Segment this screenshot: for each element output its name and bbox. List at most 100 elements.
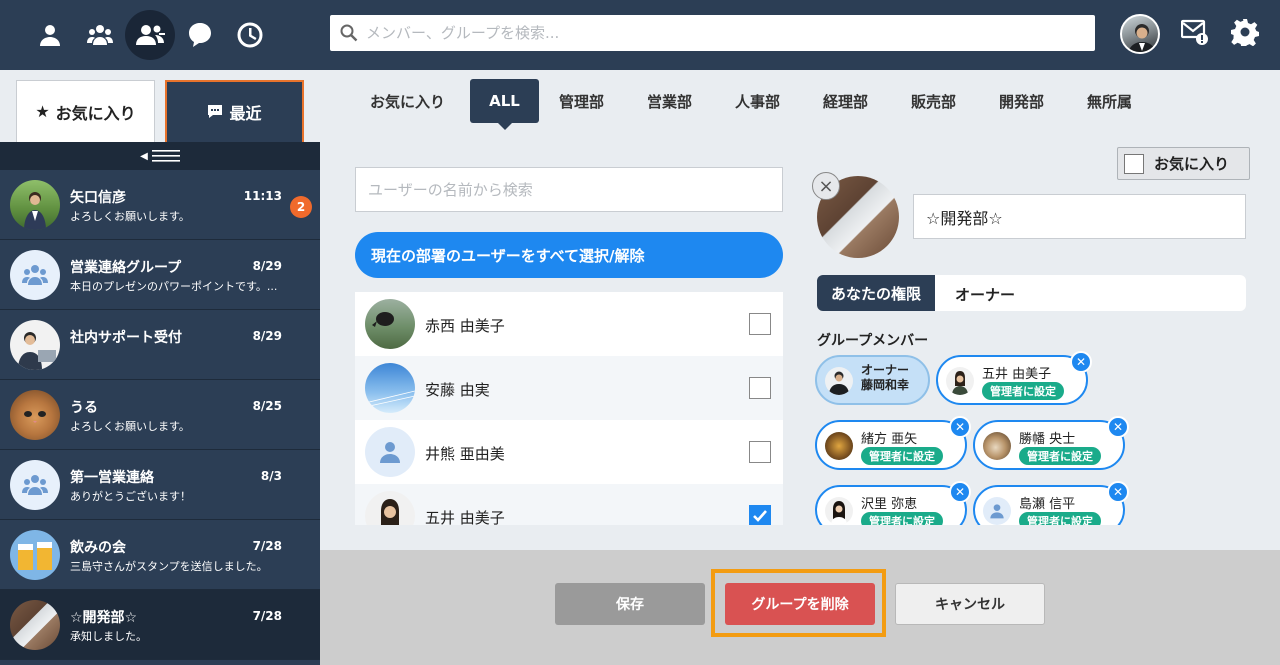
member-name: 五井 由美子: [982, 367, 1052, 382]
remove-member-icon[interactable]: ✕: [1107, 416, 1129, 438]
user-avatar: [365, 491, 415, 525]
set-admin-button[interactable]: 管理者に設定: [1019, 447, 1101, 465]
group-icon[interactable]: [75, 10, 125, 60]
user-search-input[interactable]: [355, 167, 783, 212]
chat-name: ☆開発部☆: [70, 610, 138, 626]
select-all-button[interactable]: 現在の部署のユーザーをすべて選択/解除: [355, 232, 783, 278]
chat-item[interactable]: ☆開発部☆ 承知しました。 7/28: [0, 590, 320, 660]
chat-item[interactable]: 社内サポート受付 8/29: [0, 310, 320, 380]
user-row[interactable]: 五井 由美子: [355, 484, 783, 525]
collapse-panel-toggle[interactable]: ◀: [0, 142, 320, 170]
set-admin-button[interactable]: 管理者に設定: [861, 512, 943, 525]
tab-favorites-label: お気に入り: [55, 103, 136, 123]
tab-dept-hr[interactable]: 人事部: [727, 79, 788, 123]
user-name: 赤西 由美子: [425, 317, 505, 335]
member-chip: 五井 由美子 管理者に設定 ✕: [936, 351, 1092, 405]
member-name: 勝幡 央士: [1019, 432, 1076, 447]
permission-value: オーナー: [955, 286, 1016, 304]
remove-member-icon[interactable]: ✕: [949, 481, 971, 503]
person-icon[interactable]: [25, 10, 75, 60]
action-footer: 保存 グループを削除 キャンセル: [320, 550, 1280, 665]
members-title: グループメンバー: [817, 333, 929, 349]
chat-bubble-icon[interactable]: [175, 10, 225, 60]
group-favorite-toggle[interactable]: お気に入り: [1117, 147, 1250, 180]
member-search[interactable]: [330, 15, 1095, 51]
cancel-button[interactable]: キャンセル: [895, 583, 1045, 625]
chat-preview: よろしくお願いします。: [70, 420, 190, 433]
chat-item[interactable]: 矢口信彦 よろしくお願いします。 11:13 2: [0, 170, 320, 240]
top-bar: [0, 0, 1280, 70]
chat-avatar: [10, 600, 60, 650]
tab-dept-sales[interactable]: 営業部: [639, 79, 700, 123]
group-avatar-icon: [10, 250, 60, 300]
user-row[interactable]: 赤西 由美子: [355, 292, 783, 356]
chat-time: 8/29: [252, 259, 282, 273]
set-admin-button[interactable]: 管理者に設定: [861, 447, 943, 465]
chat-item[interactable]: 営業連絡グループ 本日のプレゼンのパワーポイントです。... 8/29: [0, 240, 320, 310]
remove-image-icon[interactable]: ×: [812, 172, 840, 200]
member-chip-owner: オーナー 藤岡和幸: [815, 355, 930, 405]
contacts-icon[interactable]: [125, 10, 175, 60]
set-admin-button[interactable]: 管理者に設定: [1019, 512, 1101, 525]
favorite-label: お気に入り: [1154, 155, 1230, 173]
user-list: 赤西 由美子 安藤 由実 井熊 亜由美 五井 由美子: [355, 292, 783, 525]
mail-alert-icon[interactable]: [1180, 18, 1209, 50]
delete-group-button[interactable]: グループを削除: [725, 583, 875, 625]
tab-dept-accounting[interactable]: 経理部: [815, 79, 876, 123]
checkmark-icon: [753, 510, 767, 522]
tab-dept-retail[interactable]: 販売部: [903, 79, 964, 123]
default-avatar-icon: [983, 497, 1011, 525]
member-chip: 緒方 亜矢 管理者に設定 ✕: [815, 416, 971, 470]
user-checkbox[interactable]: [749, 313, 771, 335]
chat-item[interactable]: うる よろしくお願いします。 8/25: [0, 380, 320, 450]
permission-row: あなたの権限 オーナー: [817, 275, 1246, 311]
remove-member-icon[interactable]: ✕: [1107, 481, 1129, 503]
chat-avatar: [10, 530, 60, 580]
default-avatar-icon: [365, 427, 415, 477]
chat-item[interactable]: 飲みの会 三島守さんがスタンプを送信しました。 7/28: [0, 520, 320, 590]
remove-member-icon[interactable]: ✕: [949, 416, 971, 438]
member-avatar: [946, 367, 974, 395]
left-tabs: ★ お気に入り 最近: [0, 70, 320, 142]
member-chips: オーナー 藤岡和幸 五井 由美子 管理者に設定 ✕ 緒方 亜矢 管理者に設定 ✕ …: [810, 350, 1250, 525]
set-admin-button[interactable]: 管理者に設定: [982, 382, 1064, 400]
member-search-input[interactable]: [366, 24, 1066, 42]
tab-favorites[interactable]: ★ お気に入り: [16, 80, 155, 142]
tab-dept-all[interactable]: ALL: [470, 79, 539, 130]
permission-label: あなたの権限: [817, 275, 935, 311]
member-chip: 沢里 弥恵 管理者に設定 ✕: [815, 481, 971, 525]
user-name: 安藤 由実: [425, 381, 490, 399]
menu-lines-icon: [151, 150, 180, 162]
group-name-input[interactable]: [913, 194, 1246, 239]
chat-avatar: [10, 320, 60, 370]
remove-member-icon[interactable]: ✕: [1070, 351, 1092, 373]
user-avatar[interactable]: [1120, 14, 1160, 54]
chat-name: うる: [70, 400, 98, 416]
user-row[interactable]: 安藤 由実: [355, 356, 783, 420]
tab-dept-admin[interactable]: 管理部: [551, 79, 612, 123]
chat-avatar: [10, 180, 60, 230]
chat-time: 8/25: [252, 399, 282, 413]
chat-time: 8/3: [260, 469, 282, 483]
collapse-left-icon: ◀: [140, 150, 148, 162]
tab-dept-favorites[interactable]: お気に入り: [362, 79, 453, 123]
user-checkbox[interactable]: [749, 377, 771, 399]
member-chip: 勝幡 央士 管理者に設定 ✕: [973, 416, 1129, 470]
tab-dept-unassigned[interactable]: 無所属: [1079, 79, 1140, 123]
gear-icon[interactable]: [1231, 18, 1259, 50]
user-checkbox[interactable]: [749, 441, 771, 463]
user-row[interactable]: 井熊 亜由美: [355, 420, 783, 484]
chat-time: 8/29: [252, 329, 282, 343]
user-checkbox[interactable]: [749, 505, 771, 525]
tab-recent[interactable]: 最近: [165, 80, 304, 142]
member-chip: 島瀬 信平 管理者に設定 ✕: [973, 481, 1129, 525]
tab-dept-development[interactable]: 開発部: [991, 79, 1052, 123]
member-avatar: [983, 432, 1011, 460]
save-button[interactable]: 保存: [555, 583, 705, 625]
star-icon: ★: [35, 102, 50, 121]
chat-name: 第一営業連絡: [70, 470, 154, 486]
chat-time: 7/28: [252, 609, 282, 623]
clock-icon[interactable]: [225, 10, 275, 60]
favorite-checkbox[interactable]: [1124, 153, 1144, 174]
chat-item[interactable]: 第一営業連絡 ありがとうございます！ 8/3: [0, 450, 320, 520]
